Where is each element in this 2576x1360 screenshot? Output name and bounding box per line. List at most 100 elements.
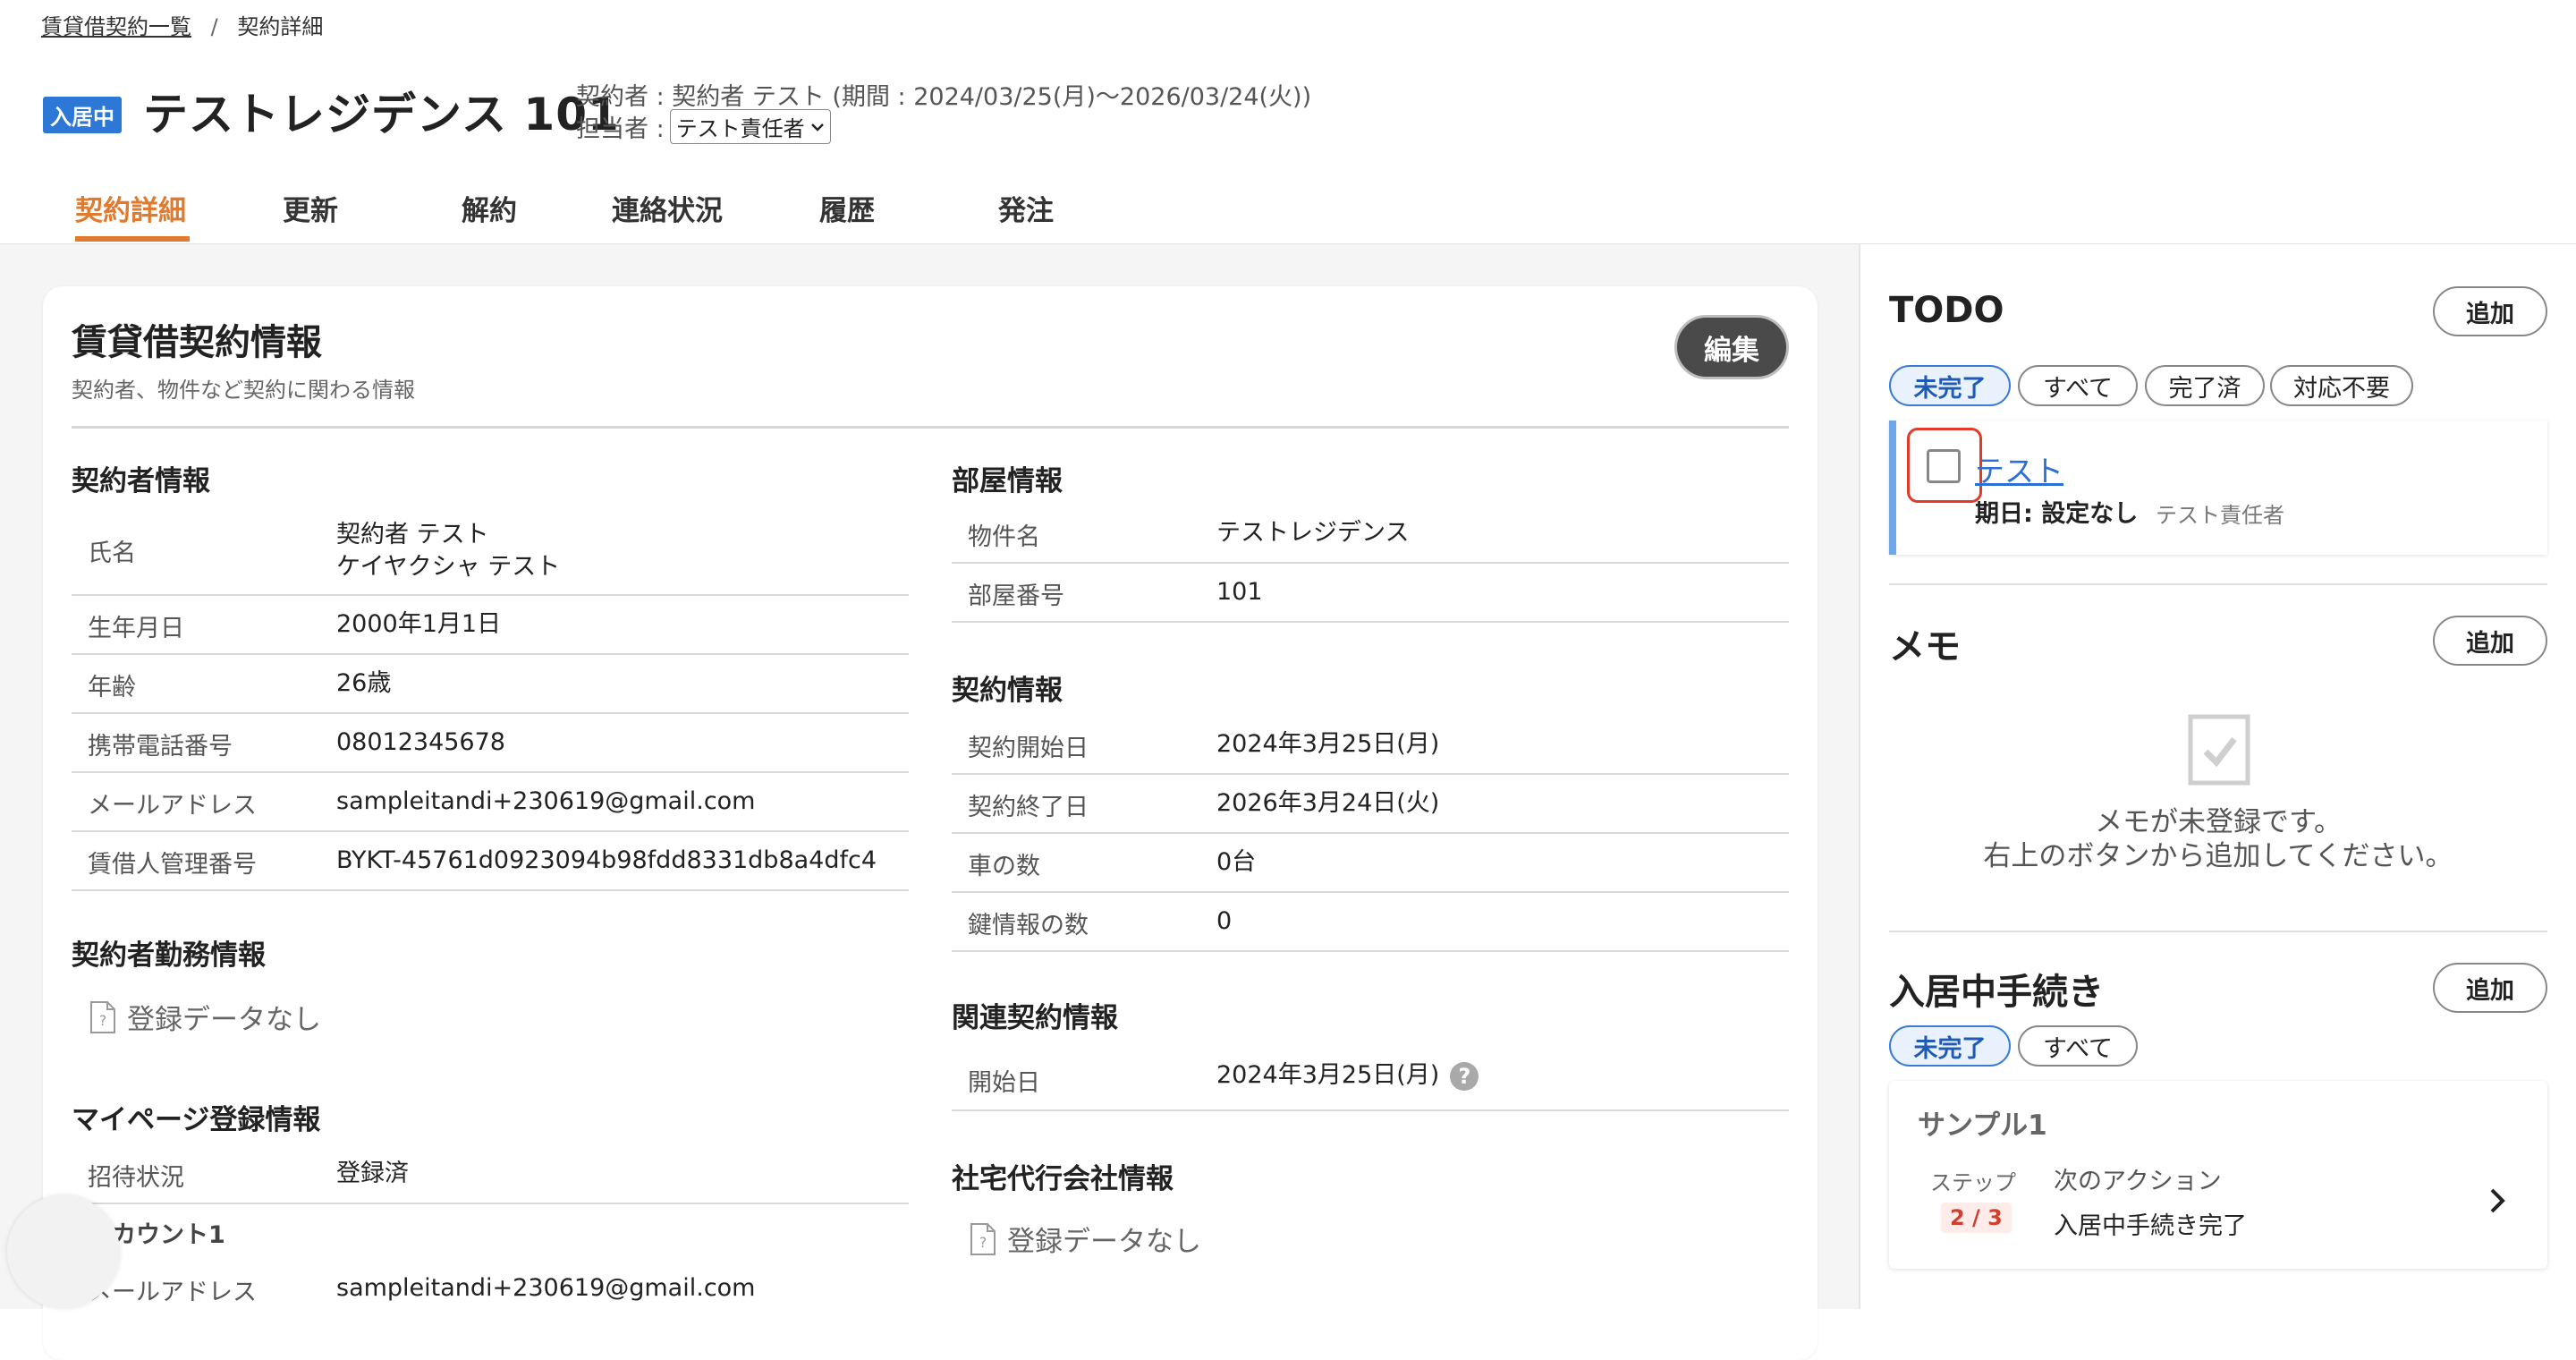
- row-value: 登録済: [336, 1160, 409, 1187]
- procedure-step-badge: 2 / 3: [1941, 1203, 2012, 1233]
- row-value: 2024年3月25日(月)?: [1216, 1059, 1479, 1092]
- assignee-row: 担当者 : テスト責任者: [576, 109, 831, 144]
- contractor-row-name: 氏名 契約者 テスト ケイヤクシャ テスト: [72, 514, 909, 596]
- procedures-filter-all[interactable]: すべて: [2018, 1025, 2138, 1067]
- empty-text: 登録データなし: [127, 1004, 321, 1036]
- document-question-icon: ?: [970, 1222, 996, 1255]
- todo-checkbox[interactable]: [1927, 449, 1961, 483]
- card-divider: [72, 426, 1789, 429]
- mypage-row-email: メールアドレス sampleitandi+230619@gmail.com: [72, 1260, 909, 1317]
- procedures-filter-incomplete[interactable]: 未完了: [1889, 1025, 2011, 1067]
- todo-item-link[interactable]: テスト: [1975, 447, 2063, 490]
- work-empty-state: ? 登録データなし: [89, 997, 321, 1037]
- work-section-title: 契約者勤務情報: [72, 939, 266, 972]
- tab-history[interactable]: 履歴: [819, 188, 875, 228]
- todo-filter-not-needed[interactable]: 対応不要: [2270, 365, 2413, 406]
- todo-filter-incomplete[interactable]: 未完了: [1889, 365, 2011, 406]
- contract-meta: 契約者 : 契約者 テスト (期間 : 2024/03/25(月)〜2026/0…: [576, 83, 1312, 111]
- panel-divider: [1889, 931, 2547, 932]
- breadcrumb-separator: /: [210, 14, 218, 39]
- memo-add-button[interactable]: 追加: [2433, 616, 2547, 666]
- chevron-down-icon: [810, 123, 824, 132]
- tab-contract-detail[interactable]: 契約詳細: [75, 188, 186, 228]
- empty-text: 登録データなし: [1007, 1226, 1201, 1258]
- contractor-row-tenant-id: 賃借人管理番号 BYKT-45761d0923094b98fdd8331db8a…: [72, 832, 909, 891]
- room-section-title: 部屋情報: [952, 465, 1063, 497]
- company-empty-state: ? 登録データなし: [970, 1219, 1201, 1259]
- row-label: 賃借人管理番号: [88, 851, 257, 879]
- row-value: 0: [1216, 907, 1233, 935]
- row-label: 開始日: [968, 1069, 1040, 1097]
- row-label: 鍵情報の数: [968, 912, 1089, 939]
- todo-filter-all[interactable]: すべて: [2018, 365, 2138, 406]
- floating-avatar-button[interactable]: [7, 1195, 120, 1308]
- row-value: テストレジデンス: [1216, 519, 1410, 547]
- todo-assignee: テスト責任者: [2156, 503, 2284, 528]
- contractor-row-email: メールアドレス sampleitandi+230619@gmail.com: [72, 773, 909, 832]
- contractor-row-age: 年齢 26歳: [72, 655, 909, 714]
- row-label: 契約終了日: [968, 794, 1089, 821]
- active-tab-indicator: [75, 236, 190, 242]
- mypage-section-title: マイページ登録情報: [72, 1104, 321, 1136]
- row-label: メールアドレス: [88, 792, 257, 820]
- row-label: 部屋番号: [968, 582, 1064, 610]
- tab-bar: 契約詳細 更新 解約 連絡状況 履歴 発注: [0, 179, 2576, 243]
- breadcrumb-current: 契約詳細: [237, 14, 324, 39]
- contract-row-cars: 車の数 0台: [952, 834, 1789, 893]
- card-title: 賃貸借契約情報: [72, 322, 322, 363]
- row-value: BYKT-45761d0923094b98fdd8331db8a4dfc4: [336, 846, 877, 874]
- row-label: 物件名: [968, 523, 1040, 551]
- tab-renewal[interactable]: 更新: [283, 188, 338, 228]
- memo-empty-line1: メモが未登録です。: [2095, 806, 2342, 838]
- tab-orders[interactable]: 発注: [998, 188, 1054, 228]
- contract-row-keys: 鍵情報の数 0: [952, 893, 1789, 952]
- todo-title: TODO: [1889, 290, 2004, 331]
- row-label: 招待状況: [88, 1164, 184, 1192]
- help-icon[interactable]: ?: [1450, 1061, 1479, 1091]
- assignee-select[interactable]: テスト責任者: [669, 109, 831, 144]
- breadcrumb-link-contract-list[interactable]: 賃貸借契約一覧: [41, 14, 191, 39]
- row-label: 生年月日: [88, 615, 184, 642]
- procedures-add-button[interactable]: 追加: [2433, 963, 2547, 1013]
- mypage-row-invite: 招待状況 登録済: [72, 1145, 909, 1204]
- related-section-title: 関連契約情報: [952, 1002, 1118, 1034]
- row-value: 26歳: [336, 669, 392, 697]
- company-section-title: 社宅代行会社情報: [952, 1163, 1174, 1195]
- related-start-value: 2024年3月25日(月): [1216, 1061, 1440, 1089]
- tab-cancellation[interactable]: 解約: [462, 188, 517, 228]
- row-label: 携帯電話番号: [88, 733, 233, 761]
- page-title: テストレジデンス 101: [143, 89, 620, 140]
- todo-add-button[interactable]: 追加: [2433, 286, 2547, 336]
- memo-title: メモ: [1889, 626, 1961, 667]
- row-label: 氏名: [88, 540, 136, 567]
- chevron-right-icon[interactable]: [2487, 1186, 2508, 1215]
- checkbox-empty-state-icon: [2188, 714, 2250, 786]
- edit-button[interactable]: 編集: [1674, 315, 1789, 379]
- row-value-kana: ケイヤクシャ テスト: [336, 553, 561, 581]
- contract-row-start: 契約開始日 2024年3月25日(月): [952, 716, 1789, 775]
- breadcrumb: 賃貸借契約一覧 / 契約詳細: [41, 9, 323, 40]
- related-row-start: 開始日 2024年3月25日(月)?: [952, 1047, 1789, 1111]
- row-value: 0台: [1216, 848, 1257, 876]
- contract-row-end: 契約終了日 2026年3月24日(火): [952, 775, 1789, 834]
- contractor-section-title: 契約者情報: [72, 465, 210, 497]
- assignee-label: 担当者 :: [576, 115, 665, 143]
- svg-text:?: ?: [979, 1234, 987, 1251]
- status-badge: 入居中: [43, 97, 122, 133]
- row-label: 車の数: [968, 853, 1040, 880]
- contractor-row-mobile: 携帯電話番号 08012345678: [72, 714, 909, 773]
- todo-filter-done[interactable]: 完了済: [2145, 365, 2265, 406]
- procedure-next-action-label: 次のアクション: [2054, 1168, 2222, 1195]
- room-row-number: 部屋番号 101: [952, 564, 1789, 623]
- row-value: 101: [1216, 578, 1263, 606]
- row-value: sampleitandi+230619@gmail.com: [336, 787, 756, 815]
- procedure-step-label: ステップ: [1930, 1170, 2016, 1195]
- procedures-title: 入居中手続き: [1889, 972, 2104, 1013]
- row-label: 契約開始日: [968, 735, 1089, 762]
- assignee-value: テスト責任者: [675, 116, 805, 141]
- procedure-name: サンプル1: [1918, 1109, 2047, 1142]
- room-row-property: 物件名 テストレジデンス: [952, 505, 1789, 564]
- row-value: 2024年3月25日(月): [1216, 730, 1440, 758]
- tab-contact-status[interactable]: 連絡状況: [612, 188, 723, 228]
- contract-section-title: 契約情報: [952, 675, 1063, 707]
